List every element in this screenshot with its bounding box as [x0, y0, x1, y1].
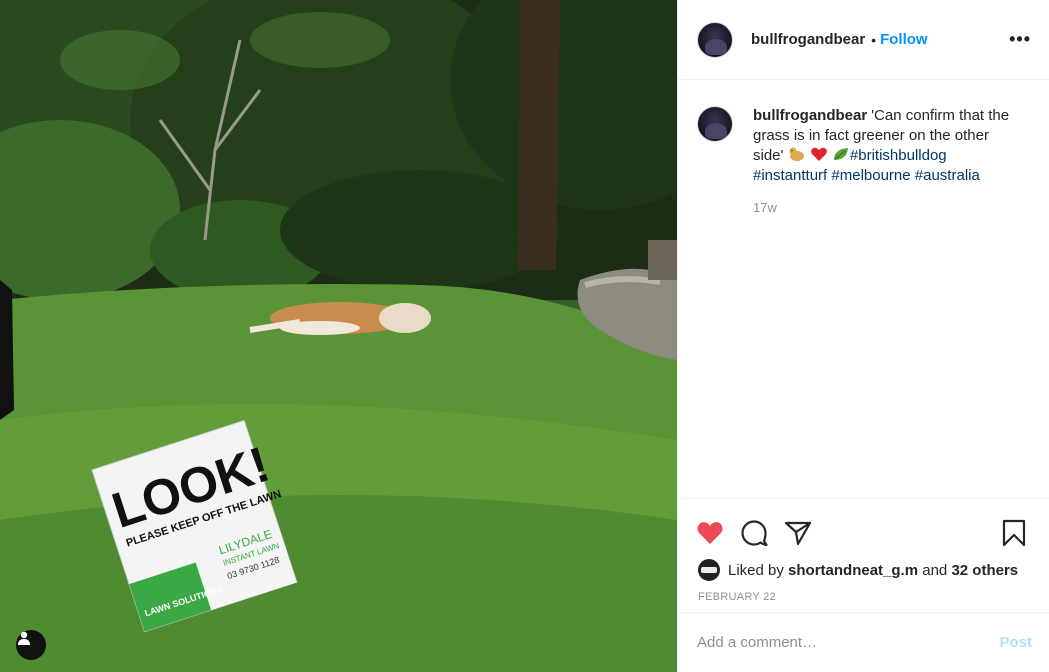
liked-by-and: and: [922, 561, 948, 579]
bookmark-icon: [1002, 519, 1026, 547]
hashtag-britishbulldog[interactable]: #britishbulldog: [850, 147, 947, 164]
liker-avatar[interactable]: [698, 559, 720, 581]
action-icons: [678, 499, 1049, 555]
save-button[interactable]: [1002, 519, 1026, 547]
hashtag-australia[interactable]: #australia: [915, 167, 980, 184]
post-photo[interactable]: LOOK! PLEASE KEEP OFF THE LAWN LILYDALE …: [0, 0, 677, 672]
comment-input[interactable]: [697, 634, 1000, 651]
caption-time[interactable]: 17w: [753, 200, 1031, 215]
caption-row: bullfrogandbear 'Can confirm that the gra…: [697, 106, 1031, 186]
liked-by-user[interactable]: shortandneat_g.m: [788, 562, 918, 579]
post-comment-button[interactable]: Post: [999, 634, 1032, 651]
share-button[interactable]: [784, 520, 812, 546]
tagged-users-button[interactable]: [16, 630, 46, 660]
dog-emoji: [789, 147, 804, 161]
follow-button[interactable]: Follow: [880, 31, 928, 48]
leaf-emoji: [833, 148, 848, 160]
photo-scene: LOOK! PLEASE KEEP OFF THE LAWN LILYDALE …: [0, 0, 677, 672]
comment-bar: Post: [678, 612, 1049, 672]
comments-area: bullfrogandbear 'Can confirm that the gra…: [678, 80, 1049, 498]
author-username[interactable]: bullfrogandbear: [751, 31, 865, 48]
comment-icon: [741, 520, 768, 547]
liked-by-prefix: Liked by: [728, 561, 784, 579]
actions-section: Liked by shortandneat_g.m and 32 others …: [678, 498, 1049, 603]
heart-emoji: [810, 147, 827, 161]
caption-text: bullfrogandbear 'Can confirm that the gra…: [753, 106, 1023, 186]
comment-button[interactable]: [740, 519, 768, 547]
separator-dot: •: [871, 31, 877, 48]
heart-icon: [697, 522, 723, 544]
liked-by-others[interactable]: 32 others: [951, 562, 1018, 579]
like-button[interactable]: [696, 520, 724, 546]
caption-avatar[interactable]: [697, 106, 733, 142]
hashtag-instantturf[interactable]: #instantturf: [753, 167, 827, 184]
more-options-icon[interactable]: •••: [1009, 29, 1031, 50]
post-header: bullfrogandbear • Follow •••: [678, 0, 1049, 80]
hashtag-melbourne[interactable]: #melbourne: [831, 167, 910, 184]
author-avatar[interactable]: [697, 21, 733, 58]
caption-username[interactable]: bullfrogandbear: [753, 107, 867, 124]
share-icon: [784, 521, 812, 546]
liked-by-row: Liked by shortandneat_g.m and 32 others: [678, 555, 1049, 581]
post-side-panel: bullfrogandbear • Follow ••• bullfrogand…: [677, 0, 1049, 672]
post-date[interactable]: FEBRUARY 22: [678, 581, 1049, 603]
user-icon: [18, 631, 30, 645]
